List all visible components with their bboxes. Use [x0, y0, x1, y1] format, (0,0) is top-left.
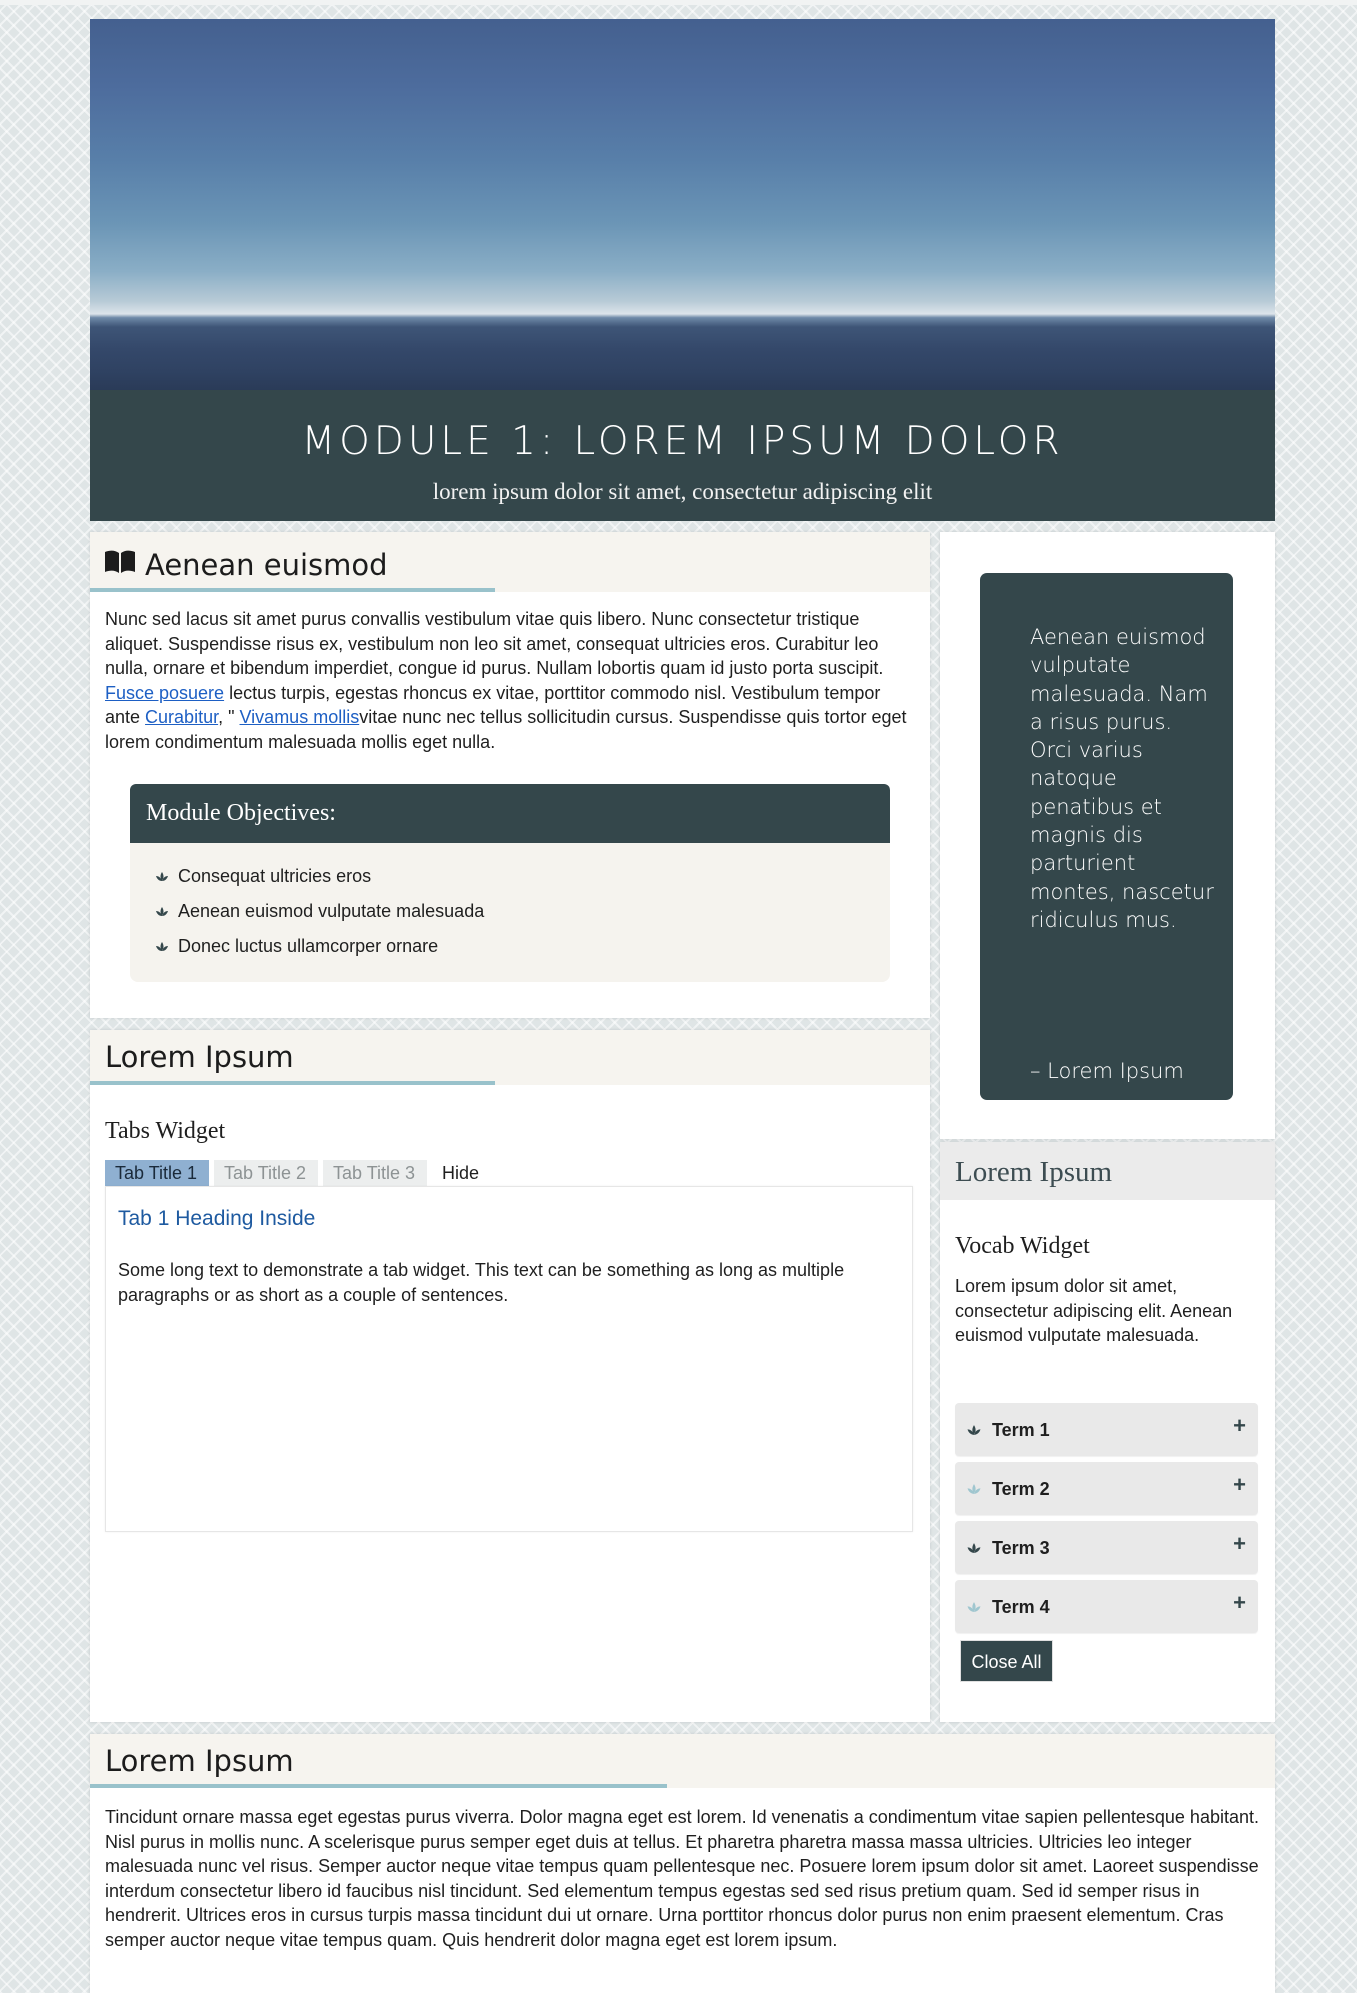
section-heading: Lorem Ipsum: [105, 1744, 294, 1778]
quote-attribution: – Lorem Ipsum: [1030, 1059, 1184, 1083]
tabs-section-header: Lorem Ipsum: [90, 1030, 930, 1085]
quote-text: Aenean euismod vulputate malesuada. Nam …: [1030, 625, 1214, 932]
objective-item: Donec luctus ullamcorper ornare: [154, 936, 438, 957]
vocab-description: Lorem ipsum dolor sit amet, consectetur …: [955, 1276, 1233, 1345]
term-label: Term 4: [992, 1597, 1050, 1617]
tab-title-2[interactable]: Tab Title 2: [214, 1160, 318, 1186]
banner-caption: MODULE 1: LOREM IPSUM DOLOR lorem ipsum …: [90, 390, 1275, 521]
close-all-button[interactable]: Close All: [960, 1640, 1053, 1682]
section-heading: Lorem Ipsum: [105, 1040, 294, 1074]
intro-text-3: , ": [218, 707, 240, 727]
bottom-paragraph: Tincidunt ornare massa eget egestas puru…: [105, 1807, 1259, 1950]
term-label: Term 3: [992, 1538, 1050, 1558]
vocab-term-3[interactable]: Term 3 +: [955, 1521, 1258, 1574]
lotus-icon: [967, 1543, 981, 1553]
vocab-panel: Lorem Ipsum Vocab Widget Lorem ipsum dol…: [940, 1142, 1275, 1722]
intro-paragraph: Nunc sed lacus sit amet purus convallis …: [105, 607, 920, 754]
tabs-widget-title: Tabs Widget: [105, 1118, 226, 1144]
tabs-panel: Lorem Ipsum Tabs Widget Tab Title 1 Tab …: [90, 1030, 930, 1722]
expand-icon[interactable]: +: [1233, 1413, 1246, 1439]
module-banner: MODULE 1: LOREM IPSUM DOLOR lorem ipsum …: [90, 19, 1275, 521]
vocab-section-header: Lorem Ipsum: [940, 1142, 1275, 1200]
heading-underline: [90, 1081, 495, 1085]
objective-text: Donec luctus ullamcorper ornare: [178, 936, 439, 956]
lotus-icon: [967, 1484, 981, 1494]
heading-underline: [90, 1784, 667, 1788]
objective-text: Aenean euismod vulputate malesuada: [178, 901, 485, 921]
book-open-icon: [104, 550, 136, 574]
link-fusce-posuere[interactable]: Fusce posuere: [105, 683, 224, 703]
objective-item: Aenean euismod vulputate malesuada: [154, 901, 484, 922]
tab-title-1[interactable]: Tab Title 1: [105, 1160, 209, 1186]
intro-panel: Aenean euismod Nunc sed lacus sit amet p…: [90, 532, 930, 1018]
objectives-title: Module Objectives:: [130, 784, 890, 843]
intro-heading: Aenean euismod: [145, 548, 388, 582]
lotus-icon: [156, 942, 168, 952]
quote-callout: Aenean euismod vulputate malesuada. Nam …: [980, 573, 1233, 1100]
tab-content-panel: Tab 1 Heading Inside Some long text to d…: [105, 1186, 913, 1532]
vocab-widget-title: Vocab Widget: [955, 1233, 1090, 1259]
tab-title-3[interactable]: Tab Title 3: [323, 1160, 427, 1186]
vocab-term-1[interactable]: Term 1 +: [955, 1403, 1258, 1456]
expand-icon[interactable]: +: [1233, 1590, 1246, 1616]
objective-text: Consequat ultricies eros: [178, 866, 372, 886]
banner-image: [90, 19, 1275, 390]
module-objectives: Module Objectives: Consequat ultricies e…: [130, 784, 890, 982]
expand-icon[interactable]: +: [1233, 1472, 1246, 1498]
lotus-icon: [967, 1602, 981, 1612]
tab-heading: Tab 1 Heading Inside: [118, 1207, 316, 1230]
quote-panel: Aenean euismod vulputate malesuada. Nam …: [940, 532, 1275, 1139]
term-label: Term 2: [992, 1479, 1050, 1499]
vocab-term-2[interactable]: Term 2 +: [955, 1462, 1258, 1515]
heading-underline: [90, 588, 495, 592]
bottom-section-header: Lorem Ipsum: [90, 1734, 1275, 1788]
tab-text: Some long text to demonstrate a tab widg…: [118, 1260, 845, 1305]
top-border: [0, 0, 1357, 5]
bottom-panel: Lorem Ipsum Tincidunt ornare massa eget …: [90, 1734, 1275, 1993]
lotus-icon: [156, 872, 168, 882]
section-heading: Lorem Ipsum: [955, 1156, 1113, 1188]
hide-tabs-button[interactable]: Hide: [432, 1160, 492, 1186]
expand-icon[interactable]: +: [1233, 1531, 1246, 1557]
intro-text-1: Nunc sed lacus sit amet purus convallis …: [105, 609, 884, 678]
objective-item: Consequat ultricies eros: [154, 866, 371, 887]
lotus-icon: [967, 1425, 981, 1435]
link-curabitur[interactable]: Curabitur: [145, 707, 218, 727]
link-vivamus-mollis[interactable]: Vivamus mollis: [240, 707, 360, 727]
lotus-icon: [156, 907, 168, 917]
intro-header: Aenean euismod: [90, 532, 930, 592]
vocab-term-4[interactable]: Term 4 +: [955, 1580, 1258, 1633]
page-subtitle: lorem ipsum dolor sit amet, consectetur …: [432, 479, 933, 504]
term-label: Term 1: [992, 1420, 1050, 1440]
page-title: MODULE 1: LOREM IPSUM DOLOR: [301, 419, 1064, 464]
